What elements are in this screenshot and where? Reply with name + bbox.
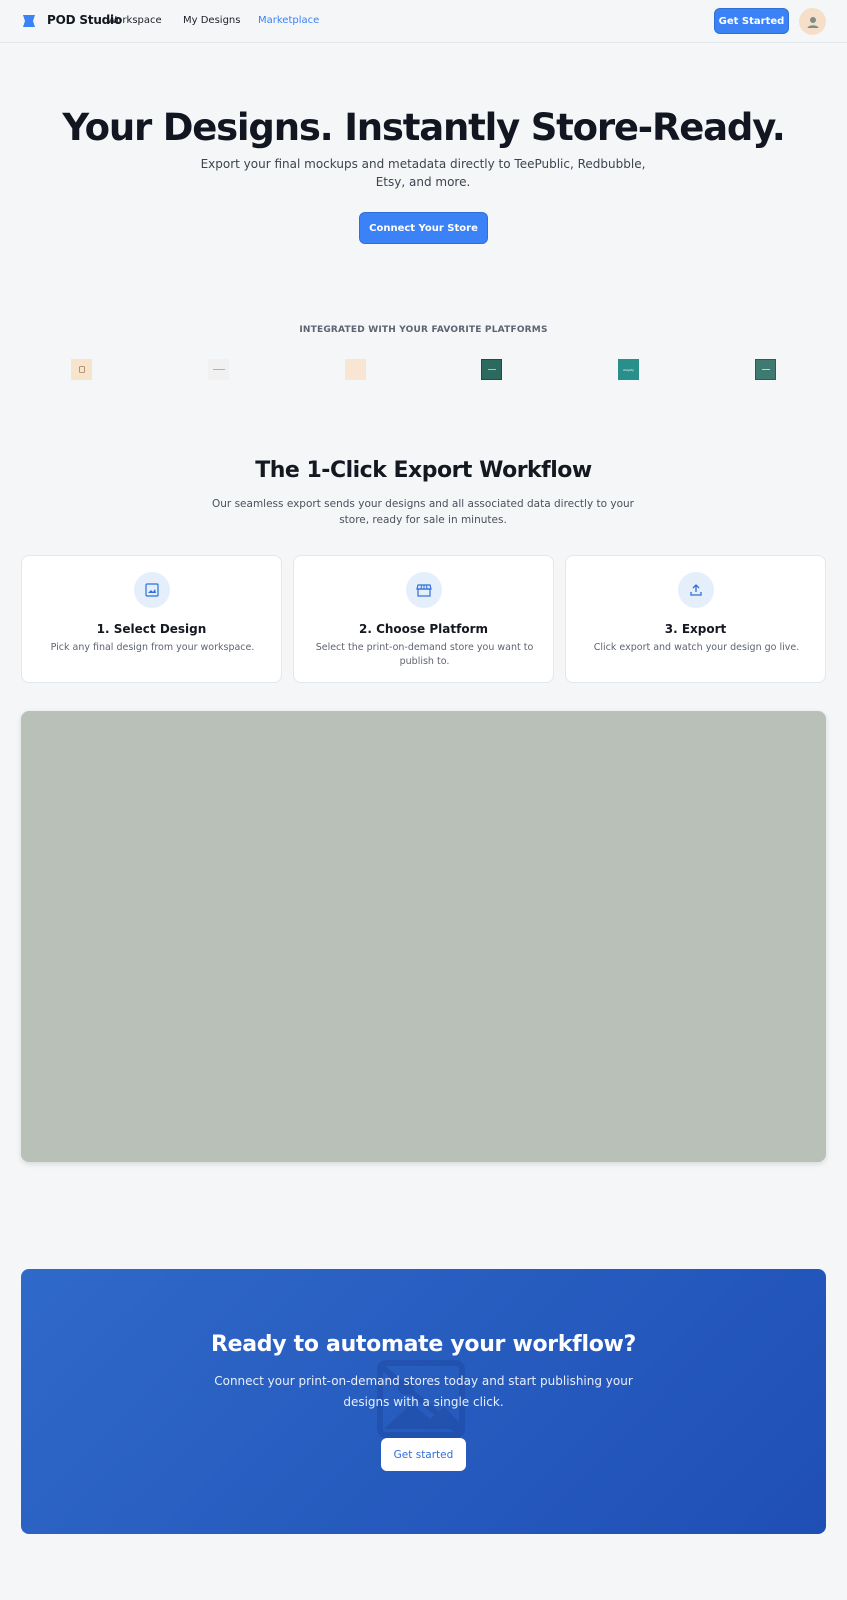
user-icon: [807, 16, 818, 28]
cta-title: Ready to automate your workflow?: [210, 1332, 636, 1357]
get-started-cta-button[interactable]: Get started: [381, 1438, 466, 1471]
cta-subtitle: Connect your print-on-demand stores toda…: [214, 1374, 633, 1409]
wordmark-icon: [212, 369, 225, 370]
step-description: Click export and watch your design go li…: [593, 642, 800, 653]
platform-label: shopify: [623, 367, 634, 372]
step-card-select-design: 1. Select Design Pick any final design f…: [21, 555, 282, 683]
nav-link-workspace[interactable]: Workspace: [107, 15, 162, 26]
get-started-button[interactable]: Get Started: [714, 8, 789, 34]
preview-image: [21, 711, 826, 1162]
connect-store-button[interactable]: Connect Your Store: [359, 212, 488, 244]
platform-logo-4[interactable]: [481, 359, 502, 380]
cta-banner: Ready to automate your workflow? Connect…: [21, 1269, 826, 1534]
platform-logo-5[interactable]: shopify: [618, 359, 639, 380]
step-title: 2. Choose Platform: [358, 622, 488, 636]
hero-subtitle: Export your final mockups and metadata d…: [200, 157, 646, 189]
workflow-title: The 1-Click Export Workflow: [255, 458, 592, 483]
platform-logo-3[interactable]: [345, 359, 366, 380]
wordmark-icon: [487, 369, 496, 370]
top-nav: POD Studio Workspace My Designs Marketpl…: [0, 0, 847, 43]
step-description: Select the print-on-demand store you wan…: [315, 642, 534, 667]
platform-logo-2[interactable]: [208, 359, 229, 380]
step-title: 3. Export: [664, 622, 727, 636]
platforms-heading: INTEGRATED WITH YOUR FAVORITE PLATFORMS: [299, 325, 548, 335]
logo-icon[interactable]: [22, 14, 36, 28]
workflow-subtitle: Our seamless export sends your designs a…: [212, 498, 634, 526]
step-title: 1. Select Design: [96, 622, 207, 636]
platform-logo-1[interactable]: [71, 359, 92, 380]
platform-logo-6[interactable]: [755, 359, 776, 380]
shield-icon: [78, 366, 85, 373]
wordmark-icon: [761, 369, 770, 370]
upload-icon: [678, 572, 714, 608]
storefront-icon: [406, 572, 442, 608]
nav-link-marketplace[interactable]: Marketplace: [258, 15, 319, 26]
step-description: Pick any final design from your workspac…: [50, 642, 255, 653]
avatar[interactable]: [799, 8, 826, 35]
nav-link-my-designs[interactable]: My Designs: [183, 15, 240, 26]
hero-title: Your Designs. Instantly Store-Ready.: [62, 106, 785, 149]
step-card-choose-platform: 2. Choose Platform Select the print-on-d…: [293, 555, 554, 683]
step-card-export: 3. Export Click export and watch your de…: [565, 555, 826, 683]
image-icon: [134, 572, 170, 608]
